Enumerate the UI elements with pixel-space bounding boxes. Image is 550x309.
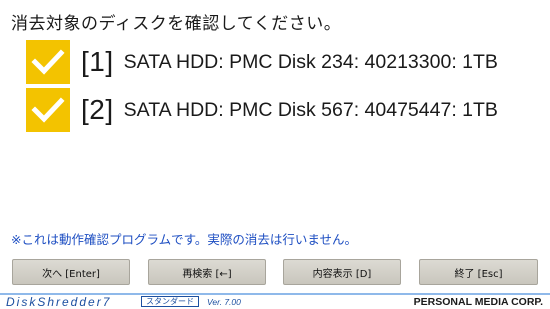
disk-2-checkbox[interactable] bbox=[26, 88, 70, 132]
checkmark-icon bbox=[31, 49, 65, 75]
disk-row-2: [2] SATA HDD: PMC Disk 567: 40475447: 1T… bbox=[26, 88, 498, 132]
disk-2-index: [2] bbox=[81, 94, 114, 125]
next-button[interactable]: 次へ [Enter] bbox=[12, 259, 130, 285]
disk-1-index: [1] bbox=[81, 46, 114, 77]
quit-button[interactable]: 終了 [Esc] bbox=[419, 259, 538, 285]
footer-bar: DiskShredder7 スタンダード Ver. 7.00 PERSONAL … bbox=[0, 293, 550, 309]
version-label: Ver. 7.00 bbox=[207, 297, 241, 307]
details-button[interactable]: 内容表示 [D] bbox=[283, 259, 401, 285]
disk-1-label: SATA HDD: PMC Disk 234: 40213300: 1TB bbox=[123, 50, 498, 73]
disk-2-label: SATA HDD: PMC Disk 567: 40475447: 1TB bbox=[123, 98, 498, 121]
disk-row-1: [1] SATA HDD: PMC Disk 234: 40213300: 1T… bbox=[26, 40, 498, 84]
page-title: 消去対象のディスクを確認してください。 bbox=[11, 14, 342, 34]
test-mode-notice: ※これは動作確認プログラムです。実際の消去は行いません。 bbox=[11, 232, 357, 247]
checkmark-icon bbox=[31, 97, 65, 123]
company-name: PERSONAL MEDIA CORP. bbox=[413, 296, 543, 308]
product-logo: DiskShredder7 bbox=[6, 295, 112, 309]
rescan-button[interactable]: 再検索 [←] bbox=[148, 259, 266, 285]
edition-badge: スタンダード bbox=[141, 296, 199, 307]
disk-1-checkbox[interactable] bbox=[26, 40, 70, 84]
